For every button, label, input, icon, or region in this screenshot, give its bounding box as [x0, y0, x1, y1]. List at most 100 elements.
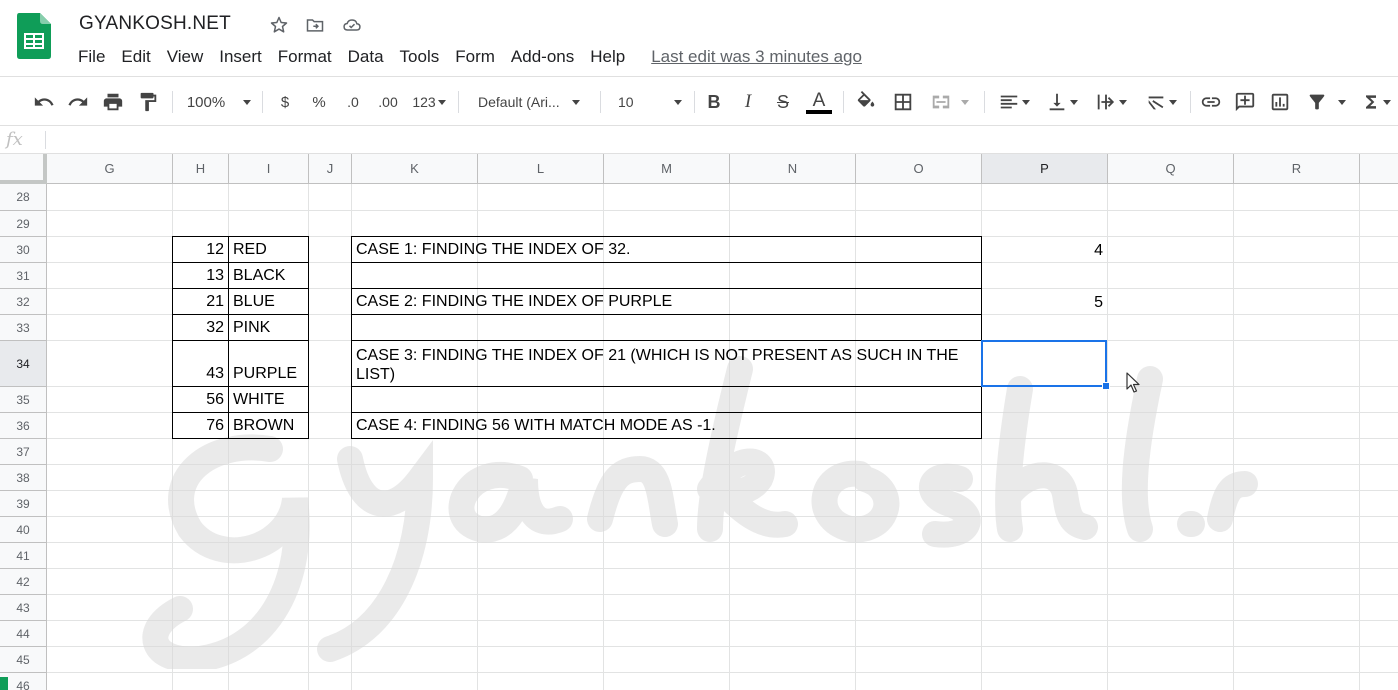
print-icon[interactable]: [99, 89, 127, 115]
cell-h32[interactable]: 21: [172, 288, 229, 315]
column-header-partial[interactable]: [1360, 154, 1398, 184]
star-icon[interactable]: [267, 13, 291, 37]
row-header-28[interactable]: 28: [0, 184, 47, 211]
row-header-44[interactable]: 44: [0, 621, 47, 647]
more-formats-select[interactable]: 123: [408, 89, 450, 115]
row-header-29[interactable]: 29: [0, 211, 47, 237]
row-header-36[interactable]: 36: [0, 413, 47, 439]
menu-edit[interactable]: Edit: [113, 45, 158, 69]
menu-add-ons[interactable]: Add-ons: [503, 45, 582, 69]
cell-h30[interactable]: 12: [172, 236, 229, 263]
row-header-33[interactable]: 33: [0, 315, 47, 341]
row-header-42[interactable]: 42: [0, 569, 47, 595]
filter-icon[interactable]: [1302, 89, 1350, 115]
document-title[interactable]: GYANKOSH.NET: [79, 13, 231, 35]
paint-format-icon[interactable]: [134, 89, 162, 115]
comment-icon[interactable]: [1232, 89, 1258, 115]
column-header-r[interactable]: R: [1234, 154, 1360, 184]
text-color-button[interactable]: A: [805, 89, 833, 115]
column-header-q[interactable]: Q: [1108, 154, 1234, 184]
column-header-m[interactable]: M: [604, 154, 730, 184]
zoom-select[interactable]: 100%: [184, 89, 254, 115]
cell-k35[interactable]: [351, 386, 982, 413]
cell-i34[interactable]: PURPLE: [228, 340, 309, 387]
row-header-35[interactable]: 35: [0, 387, 47, 413]
redo-icon[interactable]: [64, 89, 92, 115]
cell-i36[interactable]: BROWN: [228, 412, 309, 439]
undo-icon[interactable]: [30, 89, 58, 115]
cell-k34-case3[interactable]: CASE 3: FINDING THE INDEX OF 21 (WHICH I…: [351, 340, 982, 387]
menu-insert[interactable]: Insert: [211, 45, 270, 69]
select-all-corner[interactable]: [0, 154, 47, 184]
cell-h31[interactable]: 13: [172, 262, 229, 289]
formula-input[interactable]: [52, 128, 1382, 152]
cell-i35[interactable]: WHITE: [228, 386, 309, 413]
column-header-i[interactable]: I: [229, 154, 309, 184]
row-header-45[interactable]: 45: [0, 647, 47, 673]
column-header-n[interactable]: N: [730, 154, 856, 184]
menu-data[interactable]: Data: [340, 45, 392, 69]
cell-i30[interactable]: RED: [228, 236, 309, 263]
decrease-decimal-button[interactable]: .0: [340, 89, 366, 115]
row-header-31[interactable]: 31: [0, 263, 47, 289]
cell-p30[interactable]: 4: [982, 237, 1107, 263]
cell-p32[interactable]: 5: [982, 289, 1107, 315]
row-header-41[interactable]: 41: [0, 543, 47, 569]
row-header-34[interactable]: 34: [0, 341, 47, 387]
bold-button[interactable]: B: [702, 89, 726, 115]
menu-format[interactable]: Format: [270, 45, 340, 69]
font-family-select[interactable]: Default (Ari...: [470, 89, 594, 115]
text-wrap-icon[interactable]: [1090, 89, 1132, 115]
menu-form[interactable]: Form: [447, 45, 503, 69]
merge-cells-icon[interactable]: [925, 89, 973, 115]
cell-i32[interactable]: BLUE: [228, 288, 309, 315]
column-header-j[interactable]: J: [309, 154, 352, 184]
column-header-p[interactable]: P: [982, 154, 1108, 184]
row-header-39[interactable]: 39: [0, 491, 47, 517]
horizontal-align-icon[interactable]: [994, 89, 1034, 115]
cell-i33[interactable]: PINK: [228, 314, 309, 341]
italic-button[interactable]: I: [736, 89, 760, 115]
cloud-status-icon[interactable]: [340, 13, 364, 37]
cell-k33[interactable]: [351, 314, 982, 341]
row-header-30[interactable]: 30: [0, 237, 47, 263]
row-header-38[interactable]: 38: [0, 465, 47, 491]
row-header-40[interactable]: 40: [0, 517, 47, 543]
cell-h36[interactable]: 76: [172, 412, 229, 439]
chart-icon[interactable]: [1267, 89, 1293, 115]
active-cell-p34[interactable]: [981, 340, 1107, 387]
increase-decimal-button[interactable]: .00: [372, 89, 404, 115]
cell-h35[interactable]: 56: [172, 386, 229, 413]
row-header-32[interactable]: 32: [0, 289, 47, 315]
link-icon[interactable]: [1198, 89, 1224, 115]
menu-view[interactable]: View: [159, 45, 212, 69]
fill-color-icon[interactable]: [853, 89, 879, 115]
functions-icon[interactable]: [1358, 89, 1394, 115]
percent-format-button[interactable]: %: [306, 89, 332, 115]
column-header-l[interactable]: L: [478, 154, 604, 184]
borders-icon[interactable]: [889, 89, 917, 115]
menu-help[interactable]: Help: [582, 45, 633, 69]
spreadsheet-grid[interactable]: G H I J K L M N O P Q R 28 29 30 31 32 3…: [0, 154, 1398, 690]
cell-h33[interactable]: 32: [172, 314, 229, 341]
currency-format-button[interactable]: $: [274, 89, 296, 115]
cell-i31[interactable]: BLACK: [228, 262, 309, 289]
fill-handle[interactable]: [1102, 382, 1110, 390]
sheets-logo-icon[interactable]: [17, 13, 51, 59]
last-edit-link[interactable]: Last edit was 3 minutes ago: [651, 45, 862, 69]
cell-k30-case1[interactable]: CASE 1: FINDING THE INDEX OF 32.: [351, 236, 982, 263]
menu-tools[interactable]: Tools: [392, 45, 448, 69]
font-size-select[interactable]: 10: [612, 89, 686, 115]
column-header-k[interactable]: K: [352, 154, 478, 184]
cell-k32-case2[interactable]: CASE 2: FINDING THE INDEX OF PURPLE: [351, 288, 982, 315]
menu-file[interactable]: File: [70, 45, 113, 69]
move-folder-icon[interactable]: [303, 13, 327, 37]
cell-k31[interactable]: [351, 262, 982, 289]
row-header-43[interactable]: 43: [0, 595, 47, 621]
strikethrough-button[interactable]: S: [771, 89, 795, 115]
row-header-37[interactable]: 37: [0, 439, 47, 465]
column-header-g[interactable]: G: [47, 154, 173, 184]
vertical-align-icon[interactable]: [1042, 89, 1082, 115]
column-header-o[interactable]: O: [856, 154, 982, 184]
text-rotate-icon[interactable]: [1140, 89, 1182, 115]
